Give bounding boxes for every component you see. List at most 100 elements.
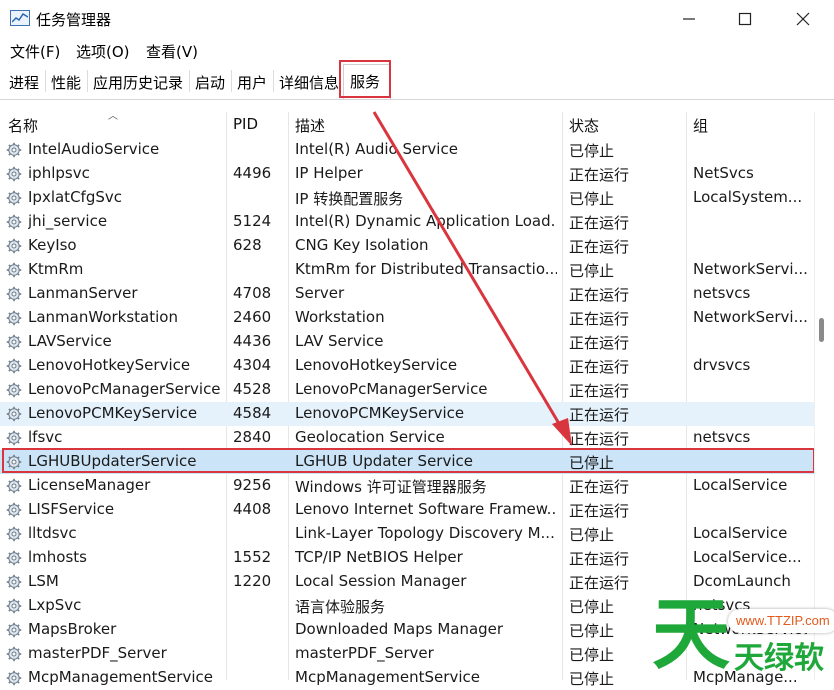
tab-users[interactable]: 用户	[237, 72, 267, 93]
service-description: LenovoPCMKeyService	[295, 404, 465, 422]
tab-performance[interactable]: 性能	[51, 72, 81, 93]
service-description: IP Helper	[295, 164, 363, 182]
minimize-icon	[683, 18, 695, 20]
minimize-button[interactable]	[660, 0, 718, 38]
tab-separator	[87, 70, 88, 92]
service-name: LanmanWorkstation	[28, 308, 178, 326]
tab-separator	[189, 70, 190, 92]
watermark-logo: 天	[652, 590, 731, 680]
table-header: 名称 PID 描述 状态 组	[0, 112, 814, 136]
tab-details[interactable]: 详细信息	[279, 72, 339, 93]
service-status: 正在运行	[569, 478, 630, 496]
column-header-name[interactable]: 名称	[8, 115, 38, 136]
close-button[interactable]	[774, 0, 832, 38]
service-gear-icon	[6, 286, 22, 302]
service-gear-icon	[6, 262, 22, 278]
service-description: Server	[295, 284, 345, 302]
tab-separator	[231, 70, 232, 92]
table-row[interactable]: LicenseManager 9256 Windows 许可证管理器服务 正在运行 Lo…	[0, 474, 814, 498]
table-row[interactable]: IntelAudioService Intel(R) Audio Service 已…	[0, 138, 814, 162]
table-row[interactable]: LenovoPcManagerService 4528 LenovoPcManage…	[0, 378, 814, 402]
service-gear-icon	[6, 598, 22, 614]
service-description: LAV Service	[295, 332, 384, 350]
service-status: 正在运行	[569, 382, 630, 400]
tab-app-history[interactable]: 应用历史记录	[93, 72, 183, 93]
service-gear-icon	[6, 646, 22, 662]
column-header-description[interactable]: 描述	[295, 115, 325, 136]
tab-separator	[45, 70, 46, 92]
maximize-button[interactable]	[716, 0, 774, 38]
table-row[interactable]: LanmanWorkstation 2460 Workstation 正在运行 Netw…	[0, 306, 814, 330]
service-pid: 4708	[233, 284, 272, 302]
service-description: Intel(R) Audio Service	[295, 140, 458, 158]
tab-startup[interactable]: 启动	[195, 72, 225, 93]
service-gear-icon	[6, 358, 22, 374]
service-description: CNG Key Isolation	[295, 236, 429, 254]
service-description: LenovoPcManagerService	[295, 380, 488, 398]
table-row[interactable]: KeyIso 628 CNG Key Isolation 正在运行	[0, 234, 814, 258]
table-row[interactable]: KtmRm KtmRm for Distributed Transactio...…	[0, 258, 814, 282]
service-group: netsvcs	[693, 428, 751, 446]
table-row[interactable]: lmhosts 1552 TCP/IP NetBIOS Helper 正在运行 Loca…	[0, 546, 814, 570]
service-pid: 628	[233, 236, 262, 254]
service-status: 正在运行	[569, 214, 630, 232]
service-name: IpxlatCfgSvc	[28, 188, 122, 206]
row-highlight-box	[2, 448, 815, 473]
column-header-status[interactable]: 状态	[569, 115, 599, 136]
service-pid: 4436	[233, 332, 272, 350]
service-gear-icon	[6, 406, 22, 422]
table-row[interactable]: LanmanServer 4708 Server 正在运行 netsvcs	[0, 282, 814, 306]
service-name: KeyIso	[28, 236, 77, 254]
menu-view[interactable]: 查看(V)	[146, 41, 198, 62]
service-gear-icon	[6, 430, 22, 446]
service-group: LocalSystem...	[693, 188, 803, 206]
service-status: 正在运行	[569, 430, 630, 448]
tab-processes[interactable]: 进程	[9, 72, 39, 93]
column-header-group[interactable]: 组	[693, 115, 708, 136]
service-status: 正在运行	[569, 358, 630, 376]
service-name: jhi_service	[28, 212, 108, 230]
menu-file[interactable]: 文件(F)	[10, 41, 60, 62]
service-description: Local Session Manager	[295, 572, 467, 590]
service-gear-icon	[6, 526, 22, 542]
service-name: lltdsvc	[28, 524, 77, 542]
service-gear-icon	[6, 502, 22, 518]
service-name: LenovoPcManagerService	[28, 380, 221, 398]
service-gear-icon	[6, 670, 22, 686]
close-icon	[796, 12, 810, 26]
service-gear-icon	[6, 382, 22, 398]
tab-separator	[273, 70, 274, 92]
table-row[interactable]: LAVService 4436 LAV Service 正在运行	[0, 330, 814, 354]
table-row[interactable]: LenovoHotkeyService 4304 LenovoHotkeyServi…	[0, 354, 814, 378]
service-pid: 4496	[233, 164, 272, 182]
service-group: NetSvcs	[693, 164, 754, 182]
service-status: 已停止	[569, 262, 615, 280]
table-row[interactable]: lfsvc 2840 Geolocation Service 正在运行 netsvcs	[0, 426, 814, 450]
service-name: iphlpsvc	[28, 164, 90, 182]
vertical-scrollbar[interactable]	[814, 112, 834, 680]
service-status: 正在运行	[569, 238, 630, 256]
service-description: Intel(R) Dynamic Application Load...	[295, 212, 557, 230]
service-description: IP 转换配置服务	[295, 190, 404, 208]
service-name: LenovoPCMKeyService	[28, 404, 198, 422]
table-row[interactable]: IpxlatCfgSvc IP 转换配置服务 已停止 LocalSystem...	[0, 186, 814, 210]
table-row[interactable]: LISFService 4408 Lenovo Internet Software …	[0, 498, 814, 522]
service-description: McpManagementService	[295, 668, 480, 686]
service-pid: 4528	[233, 380, 272, 398]
service-name: McpManagementService	[28, 668, 213, 686]
service-group: netsvcs	[693, 284, 751, 302]
window-title: 任务管理器	[36, 11, 112, 29]
service-description: Lenovo Internet Software Framew...	[295, 500, 557, 518]
scrollbar-thumb[interactable]	[819, 318, 824, 342]
column-header-pid[interactable]: PID	[233, 115, 258, 133]
table-row[interactable]: jhi_service 5124 Intel(R) Dynamic Applicat…	[0, 210, 814, 234]
table-row[interactable]: iphlpsvc 4496 IP Helper 正在运行 NetSvcs	[0, 162, 814, 186]
service-description: TCP/IP NetBIOS Helper	[295, 548, 463, 566]
table-row[interactable]: lltdsvc Link-Layer Topology Discovery M..…	[0, 522, 814, 546]
service-group: LocalService	[693, 476, 788, 494]
title-bar: 任务管理器	[0, 0, 834, 38]
service-status: 正在运行	[569, 502, 630, 520]
table-row[interactable]: LenovoPCMKeyService 4584 LenovoPCMKeyServi…	[0, 402, 814, 426]
service-pid: 1220	[233, 572, 272, 590]
menu-options[interactable]: 选项(O)	[76, 41, 130, 62]
